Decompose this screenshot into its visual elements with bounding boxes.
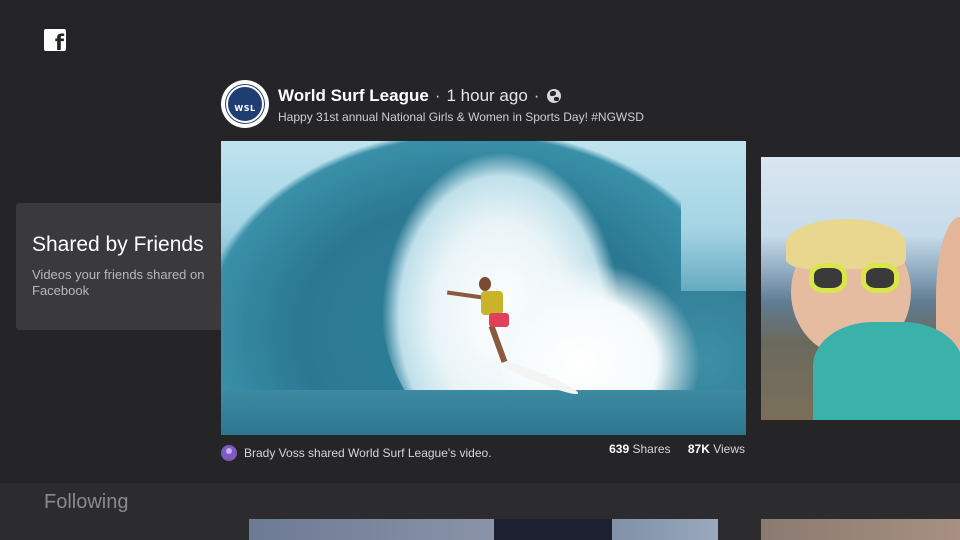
facebook-logo-icon: f (44, 29, 66, 51)
post-header: WSL World Surf League · 1 hour ago · Hap… (221, 80, 761, 128)
main-video-player[interactable] (221, 141, 746, 435)
page-name[interactable]: World Surf League (278, 86, 429, 106)
post-caption: Happy 31st annual National Girls & Women… (278, 110, 644, 124)
facebook-logo-glyph: f (54, 31, 64, 52)
surfer-shorts (489, 313, 509, 327)
following-thumbnail[interactable] (761, 519, 960, 540)
thumbnail-child-hair (786, 219, 906, 269)
wsl-logo-icon: WSL (226, 85, 264, 123)
sunglasses-lens-right (861, 263, 899, 293)
shares-stat: 639 Shares (609, 442, 670, 456)
next-video-thumbnail[interactable] (761, 157, 960, 420)
shares-count: 639 (609, 442, 630, 456)
page-avatar[interactable]: WSL (221, 80, 269, 128)
share-text: Brady Voss shared World Surf League's vi… (244, 446, 492, 460)
video-stats: 639 Shares 87K Views (595, 442, 745, 456)
views-count: 87K (687, 442, 710, 456)
sharer-avatar (221, 445, 237, 461)
views-label: Views (713, 442, 745, 456)
section-description: Videos your friends shared on Facebook (32, 267, 205, 298)
globe-icon (547, 89, 562, 103)
separator-dot: · (434, 86, 441, 105)
shares-label: Shares (632, 442, 671, 456)
avatar-text: WSL (234, 104, 256, 113)
following-thumbnail[interactable] (494, 519, 612, 540)
thumbnail-sunglasses (809, 263, 901, 295)
following-row: Following (0, 483, 960, 540)
views-stat: 87K Views (688, 442, 745, 456)
post-time: 1 hour ago (446, 86, 528, 105)
video-sea (221, 390, 746, 435)
sunglasses-lens-left (809, 263, 847, 293)
separator-dot: · (533, 86, 540, 105)
surfer-leg (488, 325, 508, 363)
thumbnail-child-shirt (813, 322, 960, 420)
following-thumbnail[interactable] (612, 519, 718, 540)
section-title: Shared by Friends (32, 233, 204, 256)
share-attribution: Brady Voss shared World Surf League's vi… (221, 445, 492, 461)
video-surfer (446, 271, 531, 391)
following-section-title[interactable]: Following (44, 491, 128, 514)
surfer-head (479, 277, 491, 291)
section-card-shared-by-friends[interactable]: Shared by Friends Videos your friends sh… (16, 203, 226, 330)
surfer-torso (481, 291, 503, 315)
following-thumbnail[interactable] (249, 519, 494, 540)
post-title-line: World Surf League · 1 hour ago · (278, 86, 562, 106)
